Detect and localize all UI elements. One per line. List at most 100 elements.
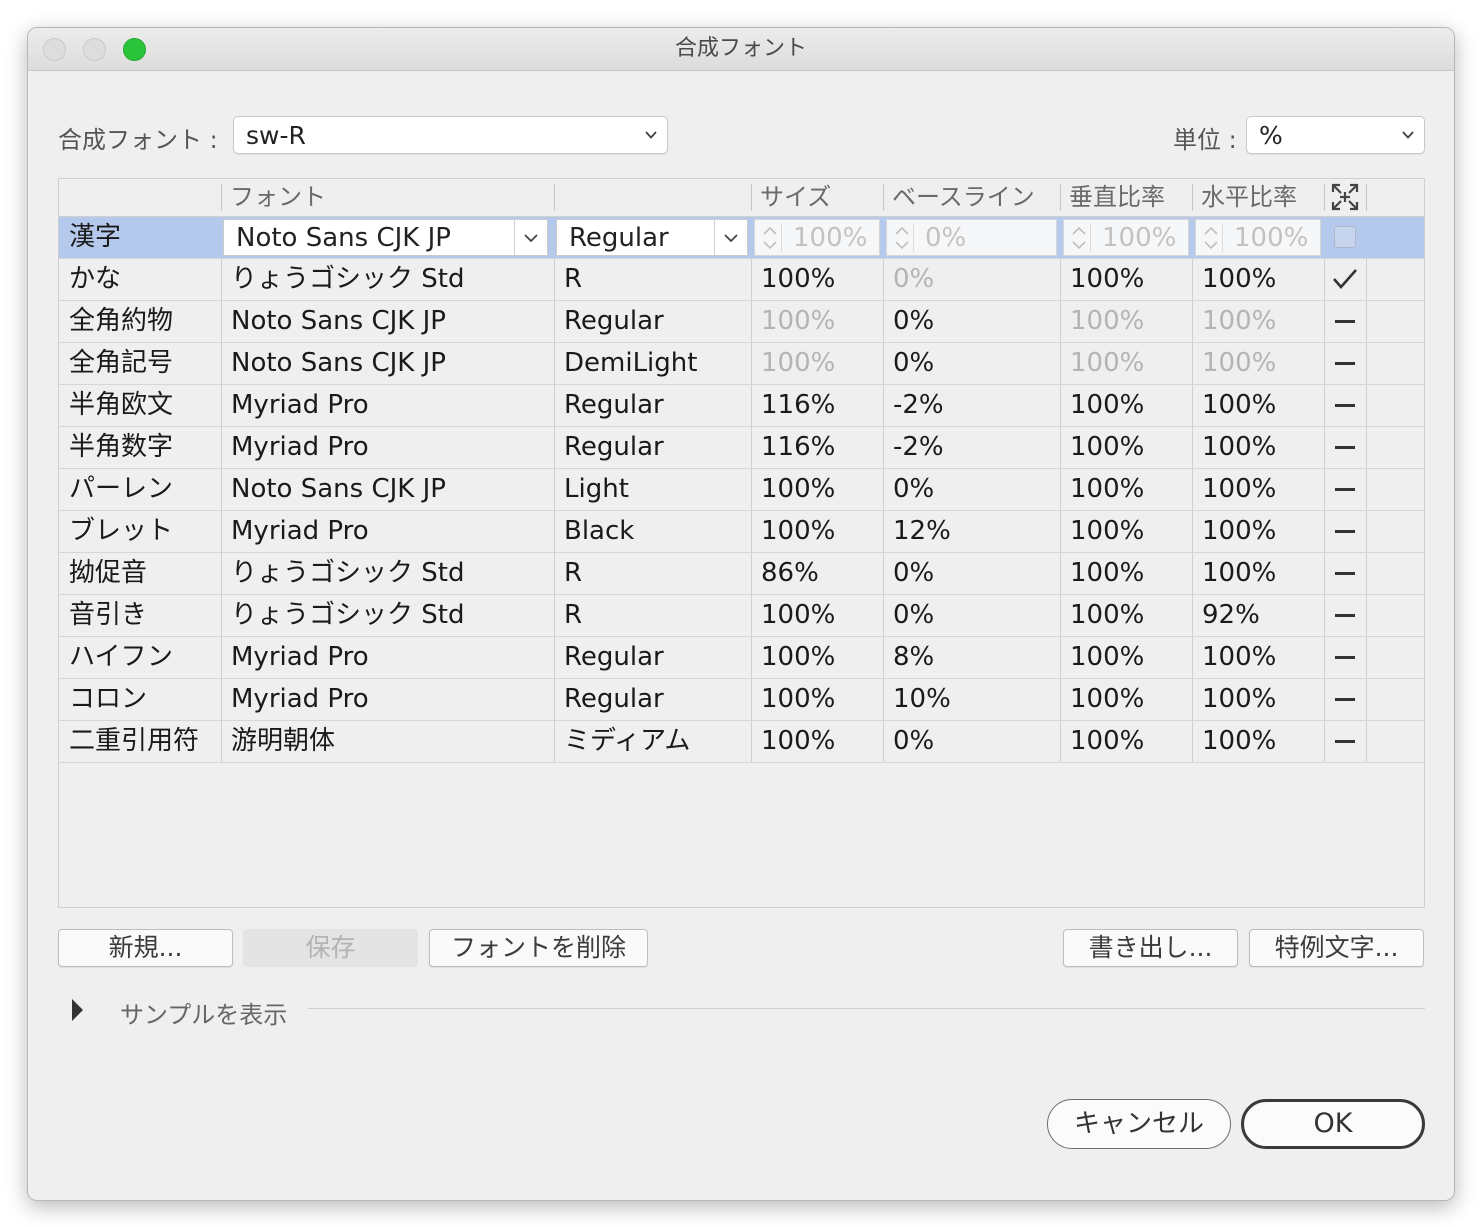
table-row[interactable]: パーレン Noto Sans CJK JP Light 100% 0% 100% 100% [59,469,1424,511]
cell-font: Myriad Pro [231,516,369,546]
font-style-value: Regular [569,223,669,253]
stepper-arrows-icon[interactable] [1068,224,1091,252]
header-size[interactable]: サイズ [751,179,883,216]
table-row[interactable]: 半角欧文 Myriad Pro Regular 116% -2% 100% 100% [59,385,1424,427]
export-button[interactable]: 書き出し... [1063,929,1238,967]
cell-size: 100% [761,600,836,630]
cell-hscale: 92% [1202,600,1260,630]
cell-name: 全角約物 [69,306,174,336]
dash-icon[interactable] [1335,446,1355,449]
window-title: 合成フォント [674,36,807,61]
unit-label: 単位 : [1173,126,1237,154]
stepper-arrows-icon[interactable] [891,224,914,252]
disclosure-triangle-icon[interactable] [70,998,84,1022]
size-stepper[interactable]: 100% [754,219,880,256]
checkmark-icon[interactable] [1332,268,1358,290]
font-family-select[interactable]: Noto Sans CJK JP [223,219,548,256]
horizontal-scale-stepper[interactable]: 100% [1195,219,1321,256]
table-row[interactable]: 音引き りょうゴシック Std R 100% 0% 100% 92% [59,595,1424,637]
cell-style: Regular [564,642,664,672]
dash-icon[interactable] [1335,740,1355,743]
cell-name: ハイフン [69,642,174,672]
stepper-arrows-icon[interactable] [759,224,782,252]
cell-size: 100% [761,642,836,672]
header-horizontal-scale[interactable]: 水平比率 [1192,179,1324,216]
cell-name: ブレット [69,516,174,546]
dash-icon[interactable] [1335,320,1355,323]
cell-hscale: 100% [1202,474,1277,504]
cell-font: Myriad Pro [231,432,369,462]
cell-baseline: 0% [893,600,935,630]
cell-font: りょうゴシック Std [231,600,465,630]
dash-icon[interactable] [1335,404,1355,407]
ok-button[interactable]: OK [1241,1099,1425,1149]
cell-name: 二重引用符 [69,726,200,756]
composite-font-label: 合成フォント : [58,126,218,154]
dash-icon[interactable] [1335,488,1355,491]
font-family-dropdown[interactable] [514,220,547,255]
table-row[interactable]: ハイフン Myriad Pro Regular 100% 8% 100% 100% [59,637,1424,679]
cell-style: Regular [564,390,664,420]
special-characters-button[interactable]: 特例文字... [1249,929,1424,967]
header-style[interactable] [554,179,751,216]
table-row[interactable]: ブレット Myriad Pro Black 100% 12% 100% 100% [59,511,1424,553]
save-button[interactable]: 保存 [243,929,418,967]
font-style-dropdown[interactable] [714,220,747,255]
cell-style: Regular [564,306,664,336]
cell-name: 音引き [69,600,148,630]
size-value: 100% [793,223,868,253]
stepper-arrows-icon[interactable] [1200,224,1223,252]
table-row[interactable]: 二重引用符 游明朝体 ミディアム 100% 0% 100% 100% [59,721,1424,763]
table-row[interactable]: 半角数字 Myriad Pro Regular 116% -2% 100% 100% [59,427,1424,469]
new-button[interactable]: 新規... [58,929,233,967]
dash-icon[interactable] [1335,656,1355,659]
table-row[interactable]: かな りょうゴシック Std R 100% 0% 100% 100% [59,259,1424,301]
scale-checkbox[interactable] [1334,226,1356,248]
cell-font: Noto Sans CJK JP [231,348,446,378]
baseline-stepper[interactable]: 0% [886,219,1057,256]
dash-icon[interactable] [1335,572,1355,575]
cell-baseline: 0% [893,474,935,504]
chevron-down-icon [1402,131,1414,139]
cell-baseline: 0% [893,348,935,378]
table-row[interactable]: 拗促音 りょうゴシック Std R 86% 0% 100% 100% [59,553,1424,595]
cell-style: Regular [564,432,664,462]
cell-vscale: 100% [1070,390,1145,420]
cell-vscale: 100% [1070,600,1145,630]
dash-icon[interactable] [1335,614,1355,617]
cell-style: R [564,600,583,630]
cell-name: コロン [69,684,148,714]
cell-font: Noto Sans CJK JP [231,474,446,504]
composite-font-select[interactable]: sw-R [233,116,668,154]
unit-select[interactable]: % [1246,116,1425,154]
title-bar: 合成フォント [28,28,1454,71]
table-row-selected[interactable]: 漢字 Noto Sans CJK JP Regular 100% 0% 100%… [59,217,1424,259]
cell-size: 86% [761,558,819,588]
header-vertical-scale[interactable]: 垂直比率 [1060,179,1192,216]
scale-center-icon[interactable] [1331,183,1359,211]
font-style-select[interactable]: Regular [556,219,748,256]
table-row[interactable]: 全角約物 Noto Sans CJK JP Regular 100% 0% 100% 100… [59,301,1424,343]
cell-hscale: 100% [1202,390,1277,420]
cell-font: 游明朝体 [231,726,336,756]
cancel-button[interactable]: キャンセル [1047,1099,1231,1149]
vertical-scale-stepper[interactable]: 100% [1063,219,1189,256]
table-row[interactable]: コロン Myriad Pro Regular 100% 10% 100% 100% [59,679,1424,721]
delete-font-button[interactable]: フォントを削除 [429,929,648,967]
cell-font: Noto Sans CJK JP [231,306,446,336]
header-font[interactable]: フォント [221,179,554,216]
composite-font-dialog: 合成フォント 合成フォント : sw-R 単位 : % フォント サイズ ベース… [27,27,1455,1201]
cell-name: 拗促音 [69,558,148,588]
cell-font: Myriad Pro [231,642,369,672]
table-row[interactable]: 全角記号 Noto Sans CJK JP DemiLight 100% 0% 100% 1… [59,343,1424,385]
dash-icon[interactable] [1335,698,1355,701]
cell-style: DemiLight [564,348,698,378]
dash-icon[interactable] [1335,362,1355,365]
cell-hscale: 100% [1202,432,1277,462]
cell-baseline: 0% [893,726,935,756]
dash-icon[interactable] [1335,530,1355,533]
header-baseline[interactable]: ベースライン [883,179,1060,216]
cell-baseline: 10% [893,684,951,714]
cell-name: 半角欧文 [69,390,174,420]
show-sample-label[interactable]: サンプルを表示 [120,995,287,1030]
